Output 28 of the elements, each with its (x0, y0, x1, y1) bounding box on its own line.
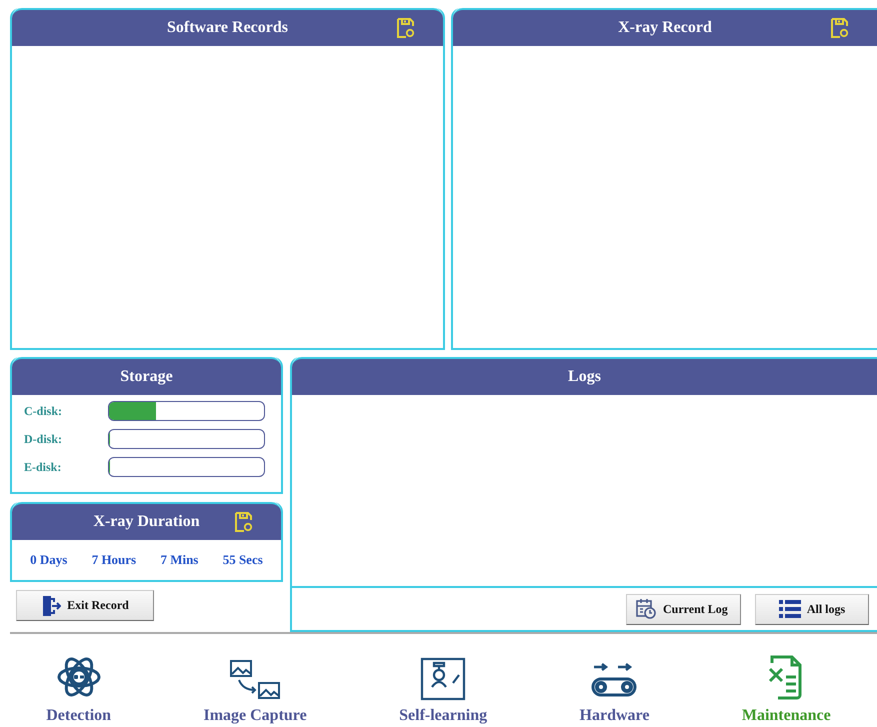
panel-title: Logs (568, 368, 601, 386)
save-icon[interactable] (233, 511, 253, 533)
duration-value: 55 Secs (222, 552, 263, 568)
nav-tab[interactable]: Image Capture (203, 659, 307, 725)
disk-label: C-disk: (24, 404, 62, 418)
disk-label: E-disk: (24, 460, 62, 474)
exit-record-button[interactable]: Exit Record (16, 590, 154, 621)
nav-tab[interactable]: Hardware (580, 661, 650, 725)
save-icon[interactable] (829, 17, 849, 39)
duration-value: 0 Days (30, 552, 68, 568)
list-icon (778, 599, 801, 619)
panel-title: X-ray Duration (93, 513, 200, 531)
nav-tab[interactable]: Maintenance (742, 653, 831, 725)
duration-value: 7 Mins (160, 552, 198, 568)
panel-title: X-ray Record (618, 19, 712, 37)
nav-tab[interactable]: Detection (46, 653, 112, 725)
calendar-clock-icon (635, 598, 657, 620)
all-logs-button[interactable]: All logs (755, 594, 869, 624)
images-icon (229, 659, 282, 701)
nav-tab[interactable]: Self-learning (399, 657, 488, 725)
disk-label: D-disk: (24, 432, 62, 446)
panel-title: Software Records (166, 19, 288, 37)
current-log-button[interactable]: Current Log (626, 594, 741, 624)
duration-value: 7 Hours (92, 552, 136, 568)
book-icon (420, 657, 466, 701)
panel-title: Storage (120, 368, 173, 386)
exit-door-icon (41, 594, 62, 616)
save-icon[interactable] (395, 17, 415, 39)
